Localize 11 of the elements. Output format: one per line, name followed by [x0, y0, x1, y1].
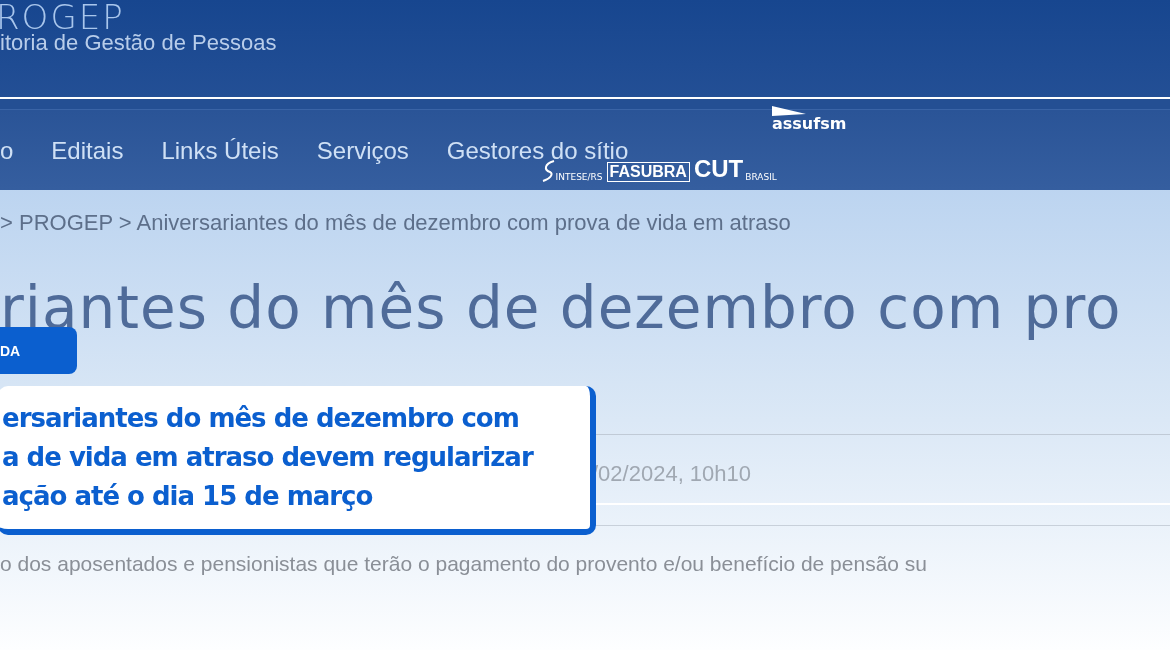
body-text: o dos aposentados e pensionistas que terão o pagamento do provento e/ou benefício de pensão su	[0, 552, 929, 576]
union-logo: FASUBRA	[606, 162, 690, 182]
breadcrumb: > PROGEP > Aniversariantes do mês de dezembro com prova de vida em atraso	[0, 210, 792, 236]
headline: ersariantes do mês de dezembro com a de vida em atraso devem regularizar ação até o dia 15 de março	[2, 402, 533, 513]
union-logo: assufsm	[772, 106, 847, 131]
category-badge: DA	[0, 327, 77, 374]
nav-link[interactable]: Editais	[51, 137, 124, 165]
publish-date: /02/2024, 10h10	[592, 461, 753, 487]
nav-link[interactable]: Serviços	[316, 137, 409, 165]
nav-link[interactable]: o	[0, 137, 14, 165]
nav-link[interactable]: Links Úteis	[161, 137, 279, 165]
